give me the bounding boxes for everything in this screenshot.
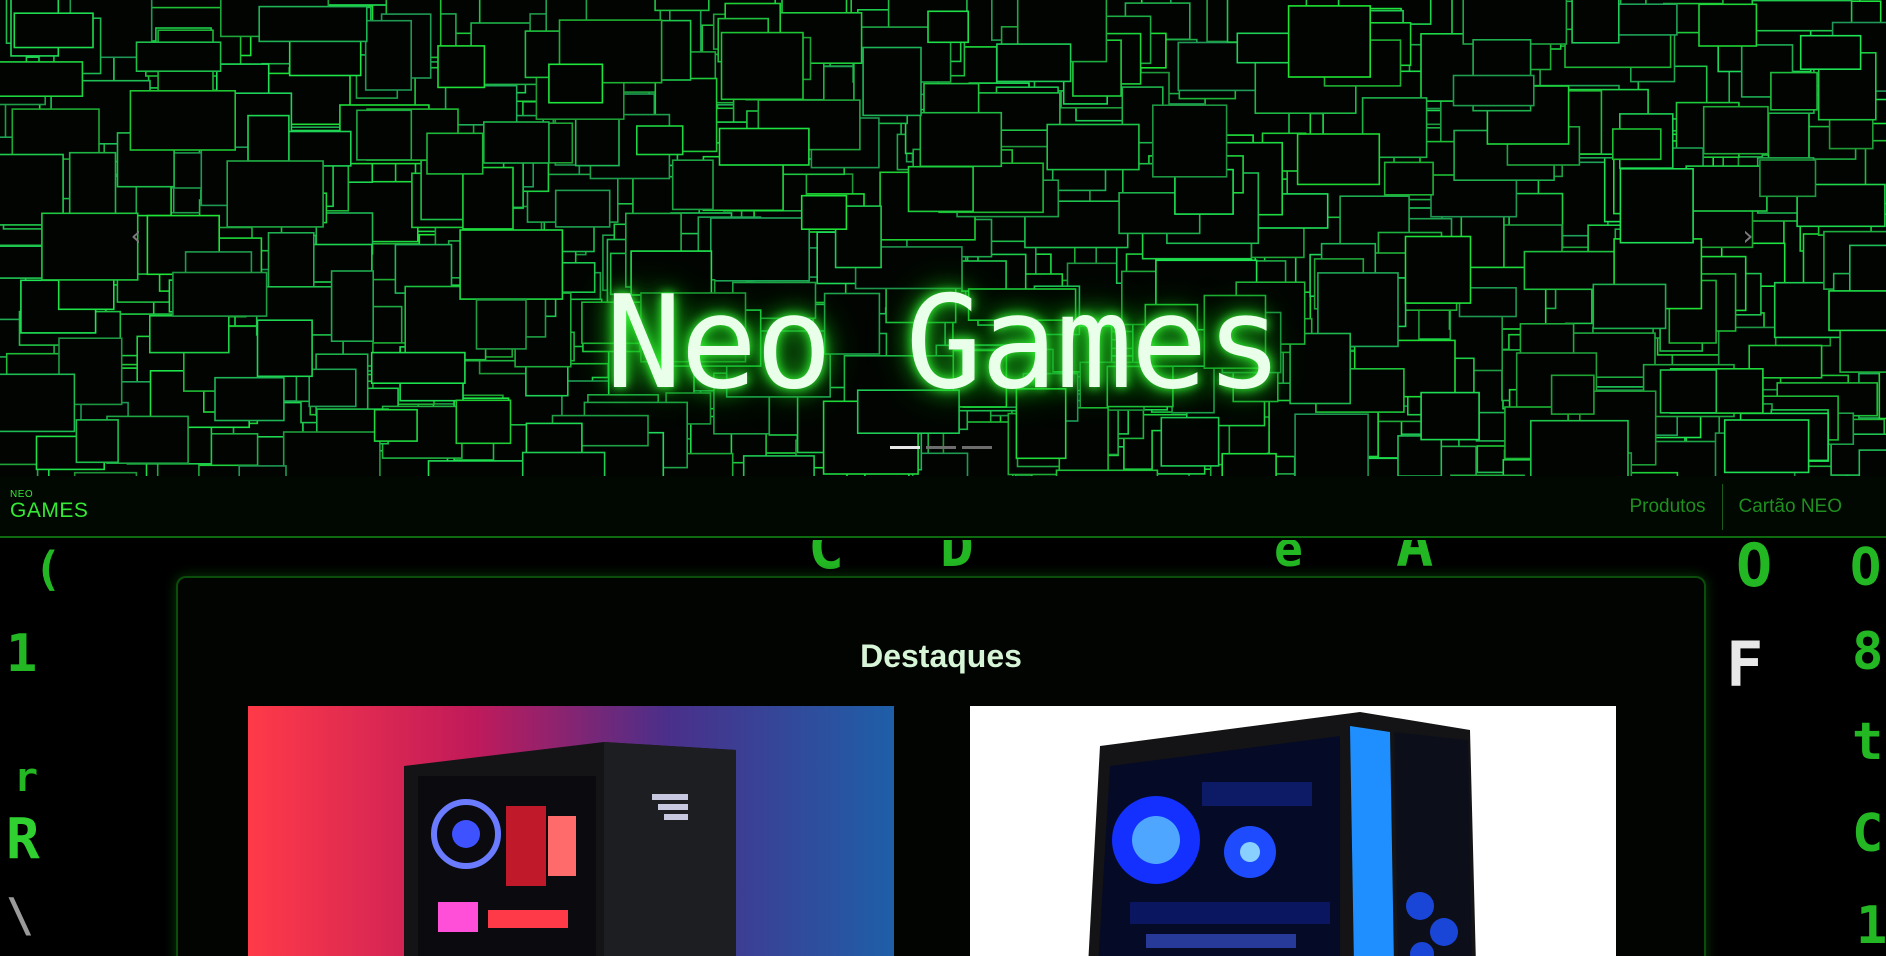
pattern-tile [0,61,84,98]
carousel-indicator-2[interactable] [926,446,956,449]
pattern-tile [129,90,236,151]
pattern-tile [13,12,94,49]
pattern-tile [919,111,1003,168]
pattern-tile [1462,0,1568,45]
pattern-tile [364,19,413,91]
pattern-tile [800,194,848,230]
pattern-tile [356,109,413,161]
pattern-tile [11,108,100,160]
chevron-right-icon: › [1742,219,1754,252]
pattern-tile [907,165,974,213]
gaming-pc-image [404,742,736,956]
pattern-tile [1383,161,1434,196]
background-glyph: D [940,540,974,580]
brand-logo[interactable]: NEO GAMES [10,490,88,522]
background-glyph: C [1852,804,1884,864]
brand-big-text: GAMES [10,499,89,522]
pattern-tile [1287,5,1371,78]
nav-links: Produtos Cartão NEO [1613,484,1858,530]
pattern-tile [462,166,514,230]
pattern-tile [718,127,810,166]
hero-carousel: ‹ › Neo Games [0,0,1886,476]
pattern-tile [1571,0,1620,44]
background-glyph: 1 [6,624,38,684]
pattern-tile [554,189,611,228]
pattern-tile [1770,71,1818,111]
carousel-indicator-1[interactable] [890,446,920,449]
pattern-tile [135,41,222,73]
carousel-next-button[interactable]: › [1734,222,1762,250]
pattern-tile [247,114,290,162]
pattern-tile [1452,74,1535,107]
background-glyph: O [1850,540,1882,598]
pattern-tile [862,46,922,117]
background-glyph: t [1852,712,1884,772]
pattern-tile [742,455,815,476]
carousel-prev-button[interactable]: ‹ [122,222,150,250]
featured-title: Destaques [860,638,1022,674]
pattern-tile [426,132,484,175]
background-glyph: 8 [1852,622,1884,682]
carousel-indicators [890,446,992,449]
pattern-tile [106,415,189,464]
pattern-tile [238,465,287,476]
gaming-pc-image [1088,712,1476,956]
product-card[interactable] [970,706,1616,956]
pattern-tile [373,408,418,442]
chevron-left-icon: ‹ [130,219,142,252]
pattern-tile [427,460,534,476]
pattern-tile [437,45,486,89]
nav-link-produtos[interactable]: Produtos [1613,484,1721,530]
background-glyph: 1 [1856,896,1886,956]
carousel-indicator-3[interactable] [962,446,992,449]
pattern-tile [1160,416,1220,467]
background-glyph: r [14,755,39,801]
pattern-tile [1530,419,1629,476]
pattern-tile [1723,419,1810,474]
background-glyph: \ [6,888,34,942]
background-glyph: O [1736,540,1773,601]
background-glyph: C [808,540,845,583]
pattern-tile [1612,128,1662,161]
pattern-tile [1685,165,1768,212]
hero-title: Neo Games [605,269,1283,418]
pattern-tile [226,160,324,228]
pattern-tile [1221,452,1277,476]
pattern-tile [1397,435,1443,476]
background-glyph: ( [34,542,62,596]
pattern-tile [282,431,381,476]
pattern-tile [75,419,119,464]
product-card[interactable] [248,706,894,956]
pattern-tile [635,125,684,156]
background-glyph: A [1396,540,1434,581]
background-glyph: F [1726,628,1764,701]
nav-link-cartao-neo[interactable]: Cartão NEO [1723,484,1858,530]
main-content: ( 1 r R \ C D e A O F O 8 t C 1 Destaque… [0,540,1886,956]
pattern-tile [671,159,714,211]
pattern-tile [1046,123,1140,171]
pattern-tile [1759,159,1817,198]
pattern-tile [68,151,117,224]
pattern-tile [927,10,970,44]
pattern-tile [1619,168,1694,244]
pattern-tile [1702,105,1769,155]
featured-panel: Destaques [176,576,1706,956]
pattern-tile [482,121,550,164]
pattern-tile [521,451,606,476]
background-glyph: e [1274,540,1303,578]
pattern-tile [258,5,368,43]
pattern-tile [1698,3,1758,47]
pattern-tile [1296,133,1381,186]
background-glyph: R [6,807,40,872]
pattern-tile [548,63,604,104]
pattern-tile [654,0,710,12]
pattern-tile [1799,34,1862,71]
navbar: NEO GAMES Produtos Cartão NEO [0,476,1886,538]
pattern-tile [720,31,804,101]
pattern-tile [1294,413,1369,476]
pattern-tile [1152,104,1228,178]
pattern-tile [996,43,1072,83]
pattern-tile [1858,449,1886,476]
